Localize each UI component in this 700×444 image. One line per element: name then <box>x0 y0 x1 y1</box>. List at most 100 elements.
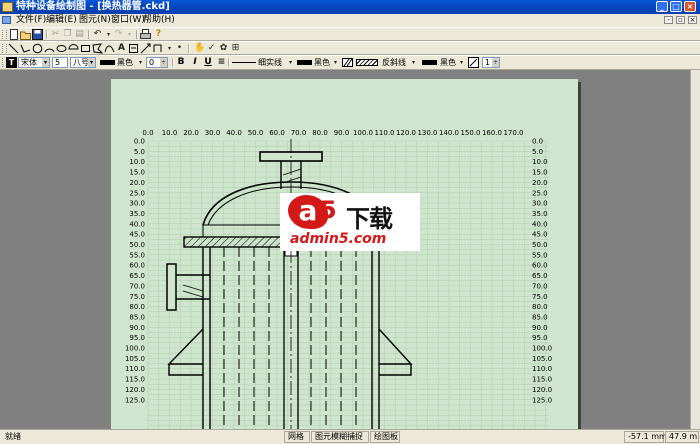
x-tick-label: 120.0 <box>396 129 416 137</box>
tube-sheet-left[interactable] <box>183 236 288 248</box>
font-size-select[interactable]: 八号 ▾ <box>70 57 96 68</box>
bracket-icon[interactable] <box>152 43 163 54</box>
polygon-icon[interactable] <box>92 43 104 54</box>
y-tick-label: 20.0 <box>129 179 145 187</box>
drawing-paper[interactable]: 0.0 10.0 20.0 30.0 40.0 50.0 60.0 70.0 80.0 90.0 1… <box>111 79 578 429</box>
y-tick-label: 115.0 <box>125 376 145 384</box>
text-icon[interactable]: A <box>116 43 127 54</box>
save-icon[interactable] <box>32 29 43 40</box>
mdi-close-button[interactable]: × <box>688 16 697 24</box>
drawing-canvas[interactable]: 0.0 10.0 20.0 30.0 40.0 50.0 60.0 70.0 80.0 90.0 1… <box>111 79 578 429</box>
font-size-number-value: 5 <box>55 58 61 67</box>
hatch-color-label[interactable]: 黑色 <box>440 57 456 69</box>
redo-dropdown-icon[interactable]: ▾ <box>124 29 135 40</box>
value-input[interactable]: 0 ÷ <box>146 57 168 68</box>
line-icon[interactable] <box>8 43 19 54</box>
y-tick-label: 65.0 <box>532 272 548 280</box>
hatch-color-dropdown-icon[interactable]: ▾ <box>456 57 467 68</box>
menu-file[interactable]: 文件(F) <box>16 14 46 27</box>
x-tick-label: 30.0 <box>205 129 221 137</box>
menu-help[interactable]: 帮助(H) <box>143 14 175 27</box>
underline-button[interactable]: U <box>203 57 213 68</box>
font-select[interactable]: 宋体 ▾ <box>18 57 50 68</box>
hatch-style-icon[interactable] <box>468 57 479 68</box>
scale-input[interactable]: 1 ÷ <box>482 57 500 68</box>
vertical-scrollbar[interactable] <box>690 70 700 429</box>
x-tick-label: 110.0 <box>374 129 394 137</box>
italic-button[interactable]: I <box>190 57 200 68</box>
flower-icon[interactable]: ✿ <box>218 43 229 54</box>
rectangle-icon[interactable] <box>80 43 91 54</box>
new-icon[interactable] <box>8 29 19 40</box>
y-tick-label: 100.0 <box>125 345 145 353</box>
text-color-label[interactable]: 黑色 <box>117 57 133 69</box>
y-tick-label: 80.0 <box>129 303 145 311</box>
y-tick-label: 45.0 <box>532 231 548 239</box>
document-icon[interactable] <box>2 16 11 24</box>
line-type-label[interactable]: 细实线 <box>258 57 282 69</box>
help-icon[interactable]: ? <box>153 29 164 40</box>
undo-icon[interactable]: ↶ <box>92 29 103 40</box>
mdi-restore-button[interactable]: ▫ <box>676 16 685 24</box>
line-color-label[interactable]: 黑色 <box>314 57 330 69</box>
standard-toolbar: ✂ ❐ ▤ ↶ ▾ ↷ ▾ ? <box>0 27 700 41</box>
line-width-icon[interactable]: ≡ <box>216 57 227 68</box>
bold-button[interactable]: B <box>176 57 186 68</box>
menu-window[interactable]: 窗口(W) <box>111 14 145 27</box>
toolbar-grip[interactable] <box>2 44 7 53</box>
dimension-icon[interactable] <box>140 43 151 54</box>
hand-icon[interactable]: ✋ <box>194 43 205 54</box>
hatch-label[interactable]: 反斜线 <box>382 57 406 69</box>
circle-icon[interactable] <box>32 43 43 54</box>
x-tick-label: 160.0 <box>482 129 502 137</box>
y-tick-label: 60.0 <box>129 262 145 270</box>
status-ready: 就绪 <box>5 432 21 441</box>
mdi-minimize-button[interactable]: - <box>664 16 673 24</box>
paste-icon[interactable]: ▤ <box>74 29 85 40</box>
side-flange[interactable] <box>166 263 177 311</box>
status-board[interactable]: 绘图板 <box>370 431 400 443</box>
ellipse-icon[interactable] <box>56 43 67 54</box>
y-tick-label: 0.0 <box>134 138 145 146</box>
menu-edit[interactable]: 编辑(E) <box>46 14 77 27</box>
line-type-dropdown-icon[interactable]: ▾ <box>285 57 296 68</box>
copy-icon[interactable]: ❐ <box>62 29 73 40</box>
redo-icon[interactable]: ↷ <box>113 29 124 40</box>
hatch-dropdown-icon[interactable]: ▾ <box>408 57 419 68</box>
support-left[interactable] <box>167 328 204 376</box>
close-button[interactable]: × <box>684 1 696 12</box>
line-color-swatch <box>297 60 312 65</box>
y-tick-label: 5.0 <box>532 148 543 156</box>
cut-icon[interactable]: ✂ <box>50 29 61 40</box>
heat-tubes[interactable] <box>223 247 357 429</box>
semicircle-icon[interactable] <box>68 43 79 54</box>
maximize-button[interactable]: □ <box>670 1 682 12</box>
check-icon[interactable]: ✓ <box>206 43 217 54</box>
y-tick-label: 125.0 <box>532 396 552 404</box>
y-tick-label: 15.0 <box>129 169 145 177</box>
open-icon[interactable] <box>20 29 31 40</box>
hatch-tool-icon[interactable] <box>342 57 353 68</box>
arc-icon[interactable] <box>44 43 55 54</box>
print-icon[interactable] <box>140 29 151 40</box>
minimize-button[interactable]: _ <box>656 1 668 12</box>
x-ruler: 0.0 10.0 20.0 30.0 40.0 50.0 60.0 70.0 80.0 90.0 1… <box>142 129 523 137</box>
font-size-value: 八号 <box>73 58 89 67</box>
status-snap[interactable]: 图元模糊捕捉 <box>311 431 369 443</box>
textbox-icon[interactable] <box>128 43 139 54</box>
y-tick-label: 70.0 <box>129 282 145 290</box>
x-tick-label: 60.0 <box>269 129 285 137</box>
side-nozzle[interactable] <box>176 274 210 300</box>
x-tick-label: 80.0 <box>312 129 328 137</box>
curve-icon[interactable] <box>104 43 115 54</box>
text-color-dropdown-icon[interactable]: ▾ <box>135 57 146 68</box>
toolbar-grip[interactable] <box>2 30 7 39</box>
y-tick-label: 95.0 <box>532 334 548 342</box>
polyline-icon[interactable] <box>20 43 31 54</box>
font-size-number-select[interactable]: 5 <box>52 57 68 68</box>
line-color-dropdown-icon[interactable]: ▾ <box>330 57 341 68</box>
table-icon[interactable]: ⊞ <box>230 43 241 54</box>
menu-element[interactable]: 图元(N) <box>79 14 111 27</box>
status-grid[interactable]: 网格 <box>284 431 310 443</box>
point-icon[interactable]: • <box>174 43 185 54</box>
